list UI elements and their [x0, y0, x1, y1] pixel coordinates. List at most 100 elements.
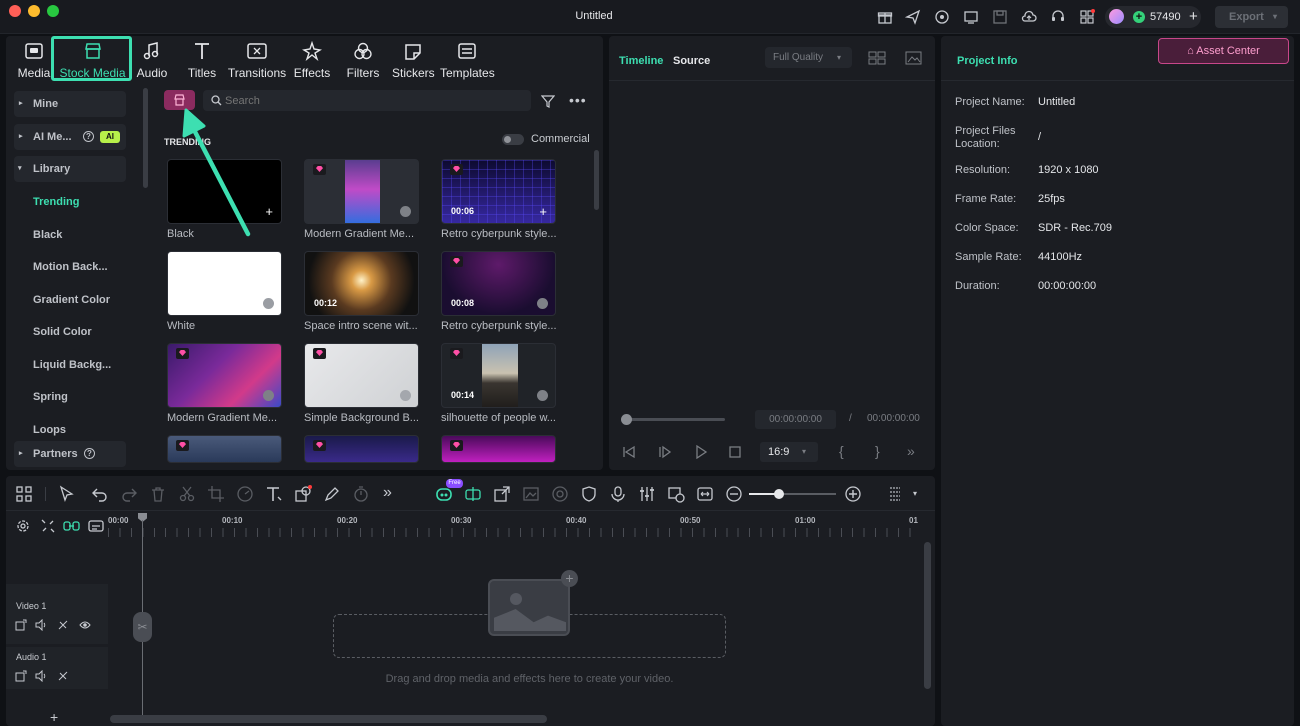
current-time[interactable]: 00:00:00:00 — [755, 410, 836, 429]
sidebar-item-liquid-backgrounds[interactable]: Liquid Backg... — [33, 359, 111, 371]
add-new-track-icon[interactable]: + — [50, 709, 58, 725]
tab-effects[interactable]: Effects — [292, 40, 332, 80]
tab-audio[interactable]: Audio — [134, 40, 170, 80]
stabilize-icon[interactable] — [551, 485, 569, 503]
download-icon[interactable] — [400, 390, 411, 401]
export-button[interactable]: Export ▾ — [1215, 6, 1288, 28]
sidebar-item-motion-backgrounds[interactable]: Motion Back... — [33, 261, 108, 273]
chevron-down-icon[interactable]: ▾ — [913, 489, 917, 498]
microphone-icon[interactable] — [609, 485, 627, 503]
tab-media[interactable]: Media — [14, 40, 54, 80]
more-options-icon[interactable]: ••• — [569, 92, 587, 108]
add-track-icon[interactable] — [15, 619, 27, 631]
apps-grid-icon[interactable] — [1079, 9, 1095, 25]
grid-scrollbar[interactable] — [594, 150, 599, 210]
redo-icon[interactable] — [120, 485, 138, 503]
stop-icon[interactable] — [729, 446, 741, 458]
support-icon[interactable] — [1050, 9, 1066, 25]
shape-icon[interactable] — [294, 485, 312, 503]
timer-icon[interactable] — [352, 485, 370, 503]
media-thumbnail[interactable]: 00:14 — [441, 343, 556, 408]
lock-icon[interactable] — [57, 619, 69, 631]
eye-icon[interactable] — [79, 619, 91, 631]
sidebar-item-loops[interactable]: Loops — [33, 424, 66, 436]
magnet-link-icon[interactable] — [63, 518, 80, 534]
timeline-horizontal-scrollbar[interactable] — [110, 715, 547, 723]
download-icon[interactable] — [400, 206, 411, 217]
tab-titles[interactable]: Titles — [184, 40, 220, 80]
sidebar-item-library[interactable]: ▾ Library — [14, 156, 126, 182]
sidebar-item-black[interactable]: Black — [33, 229, 62, 241]
cloud-upload-icon[interactable] — [1021, 9, 1037, 25]
audio-mixer-icon[interactable] — [638, 485, 656, 503]
add-credits-icon[interactable]: + — [1189, 8, 1198, 25]
image-edit-icon[interactable] — [522, 485, 540, 503]
layout-icon[interactable] — [15, 485, 33, 503]
speaker-icon[interactable] — [35, 619, 47, 631]
sidebar-item-ai-media[interactable]: ▸ AI Me... ? AI — [14, 124, 126, 150]
snapshot-icon[interactable] — [905, 51, 922, 65]
account-credits[interactable]: + 57490 + — [1105, 6, 1201, 28]
playhead-scissor-icon[interactable]: ✂ — [133, 612, 152, 642]
help-icon[interactable]: ? — [83, 131, 94, 142]
commercial-toggle[interactable] — [502, 134, 524, 145]
unlink-icon[interactable] — [40, 518, 56, 534]
media-thumbnail[interactable] — [304, 159, 419, 224]
text-tool-icon[interactable] — [265, 485, 283, 503]
undo-icon[interactable] — [91, 485, 109, 503]
pen-icon[interactable] — [323, 485, 341, 503]
shield-icon[interactable] — [580, 485, 598, 503]
delete-icon[interactable] — [149, 485, 167, 503]
monitor-icon[interactable] — [963, 9, 979, 25]
zoom-slider[interactable] — [749, 489, 836, 499]
learn-icon[interactable] — [934, 9, 950, 25]
media-thumbnail[interactable] — [441, 435, 556, 463]
zoom-out-icon[interactable] — [725, 485, 743, 503]
sidebar-item-solid-color[interactable]: Solid Color — [33, 326, 92, 338]
tab-timeline[interactable]: Timeline — [619, 55, 663, 67]
media-thumbnail[interactable] — [304, 435, 419, 463]
add-icon[interactable]: + — [265, 204, 273, 219]
previous-frame-icon[interactable] — [622, 445, 636, 459]
track-layout-icon[interactable] — [886, 485, 904, 503]
zoom-in-icon[interactable] — [844, 485, 862, 503]
export-clip-icon[interactable] — [493, 485, 511, 503]
playback-progress[interactable] — [622, 418, 725, 421]
sidebar-item-spring[interactable]: Spring — [33, 391, 68, 403]
quality-dropdown[interactable]: Full Quality ▾ — [765, 47, 852, 68]
media-thumbnail[interactable] — [167, 343, 282, 408]
media-thumbnail[interactable] — [167, 435, 282, 463]
sidebar-item-gradient-color[interactable]: Gradient Color — [33, 294, 110, 306]
play-icon[interactable] — [694, 445, 708, 459]
save-icon[interactable] — [992, 9, 1008, 25]
media-thumbnail[interactable] — [167, 251, 282, 316]
tab-source[interactable]: Source — [673, 55, 710, 67]
filter-icon[interactable] — [541, 94, 555, 108]
search-input[interactable] — [225, 93, 515, 108]
mark-in-icon[interactable]: { — [839, 443, 844, 459]
more-controls-icon[interactable]: » — [907, 443, 915, 459]
select-tool-icon[interactable] — [58, 485, 76, 503]
aspect-ratio-dropdown[interactable]: 16:9 ▾ — [760, 442, 818, 462]
speed-icon[interactable] — [236, 485, 254, 503]
tab-filters[interactable]: Filters — [344, 40, 382, 80]
send-icon[interactable] — [905, 9, 921, 25]
download-icon[interactable] — [263, 298, 274, 309]
sidebar-item-trending[interactable]: Trending — [33, 196, 79, 208]
media-thumbnail[interactable]: 00:08 — [441, 251, 556, 316]
fit-timeline-icon[interactable] — [696, 485, 714, 503]
download-icon[interactable] — [537, 298, 548, 309]
next-frame-icon[interactable] — [658, 445, 672, 459]
tab-templates[interactable]: Templates — [440, 40, 495, 80]
tab-stickers[interactable]: Stickers — [392, 40, 435, 80]
add-media-icon[interactable]: + — [561, 570, 578, 587]
download-icon[interactable] — [537, 390, 548, 401]
split-audio-icon[interactable] — [464, 485, 482, 503]
sidebar-item-partners[interactable]: ▸ Partners ? — [14, 441, 126, 467]
help-icon[interactable]: ? — [84, 448, 95, 459]
playhead-handle[interactable] — [621, 414, 632, 425]
sidebar-item-mine[interactable]: ▸ Mine — [14, 91, 126, 117]
tab-transitions[interactable]: Transitions — [227, 40, 287, 80]
timeline-vertical-scrollbar[interactable] — [924, 542, 931, 689]
settings-icon[interactable] — [15, 518, 31, 534]
